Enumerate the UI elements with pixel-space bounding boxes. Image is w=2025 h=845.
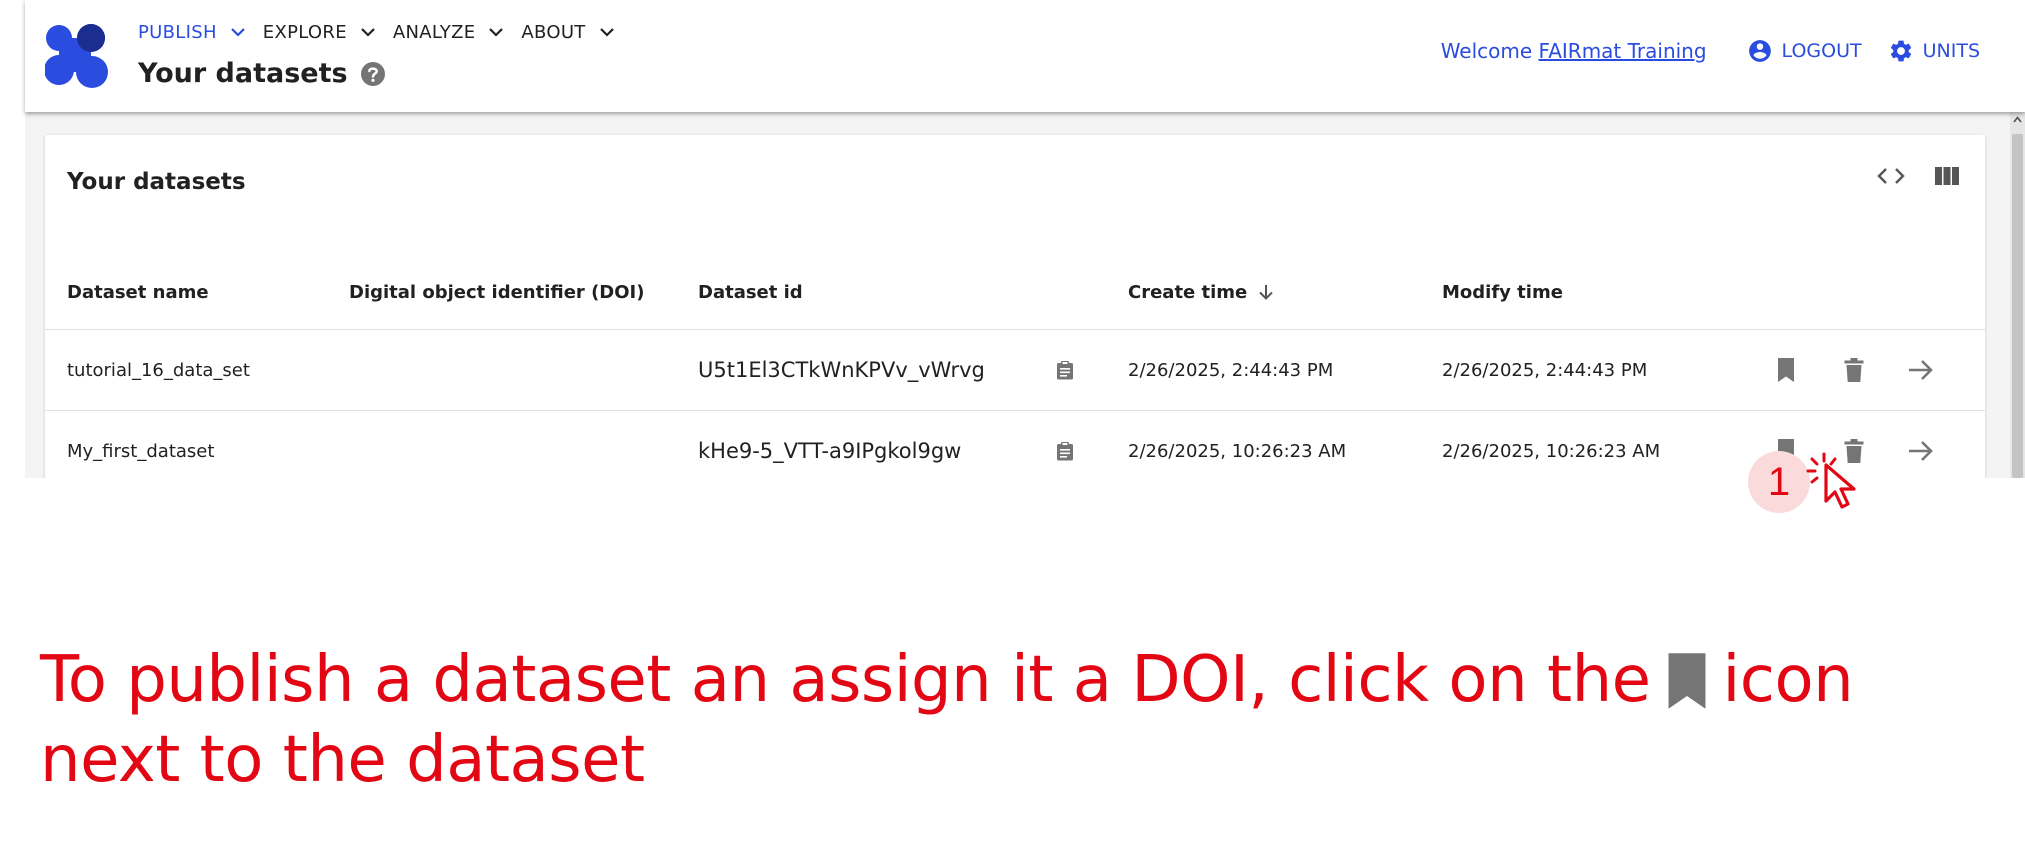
- view-column-icon[interactable]: [1934, 165, 1960, 187]
- modify-time-cell: 2/26/2025, 10:26:23 AM: [1442, 440, 1661, 462]
- col-create-time-label: Create time: [1128, 281, 1248, 303]
- col-dataset-name[interactable]: Dataset name: [67, 255, 209, 329]
- gear-icon: [1890, 40, 1911, 62]
- datasets-card: Your datasets Dataset name Digital objec…: [45, 135, 1985, 478]
- nav-analyze[interactable]: ANALYZE: [393, 22, 504, 43]
- open-dataset-button[interactable]: [1901, 330, 1941, 410]
- nav-explore-label: EXPLORE: [262, 22, 347, 43]
- clipboard-icon: [1057, 442, 1073, 461]
- dataset-id-cell: U5t1El3CTkWnKPVv_vWrvg: [698, 358, 985, 382]
- help-icon[interactable]: [360, 61, 386, 87]
- click-cursor-icon: [1806, 452, 1856, 509]
- nav-about[interactable]: ABOUT: [521, 22, 614, 43]
- nav-publish-label: PUBLISH: [138, 22, 217, 43]
- copy-id-button[interactable]: [1045, 411, 1085, 478]
- dataset-name-cell: tutorial_16_data_set: [67, 359, 250, 381]
- col-doi[interactable]: Digital object identifier (DOI): [349, 255, 644, 329]
- delete-button[interactable]: [1834, 330, 1874, 410]
- copy-id-button[interactable]: [1045, 330, 1085, 410]
- page-title-text: Your datasets: [138, 58, 348, 89]
- nav-about-label: ABOUT: [521, 22, 586, 43]
- code-icon[interactable]: [1876, 166, 1906, 186]
- clipboard-icon: [1057, 361, 1073, 380]
- col-modify-time[interactable]: Modify time: [1442, 255, 1563, 329]
- dataset-id-cell: kHe9-5_VTT-a9IPgkol9gw: [698, 439, 962, 463]
- col-dataset-id[interactable]: Dataset id: [698, 255, 803, 329]
- sort-arrow-down-icon[interactable]: [1257, 283, 1275, 301]
- card-toolbar: [1848, 165, 1960, 187]
- units-label: UNITS: [1922, 40, 1980, 62]
- units-button[interactable]: UNITS: [1888, 38, 1980, 64]
- nav-analyze-label: ANALYZE: [392, 22, 476, 43]
- app-header: PUBLISH EXPLORE ANALYZE ABOUT Your datas…: [25, 0, 2025, 112]
- page-scrollbar[interactable]: [2010, 112, 2025, 478]
- instruction-text: To publish a dataset an assign it a DOI,…: [40, 640, 1990, 800]
- nav-explore[interactable]: EXPLORE: [263, 22, 375, 43]
- table-row[interactable]: My_first_dataset kHe9-5_VTT-a9IPgkol9gw …: [45, 411, 1985, 478]
- chevron-down-icon: [599, 28, 614, 37]
- col-create-time[interactable]: Create time: [1128, 255, 1275, 329]
- instruction-before: To publish a dataset an assign it a DOI,…: [40, 643, 1651, 717]
- scrollbar-thumb[interactable]: [2012, 134, 2023, 478]
- app-screenshot: PUBLISH EXPLORE ANALYZE ABOUT Your datas…: [0, 0, 2025, 478]
- nomad-logo[interactable]: [45, 24, 109, 90]
- nav-publish[interactable]: PUBLISH: [138, 22, 245, 43]
- modify-time-cell: 2/26/2025, 2:44:43 PM: [1442, 359, 1648, 381]
- scroll-up-arrow-icon[interactable]: [2013, 116, 2022, 123]
- chevron-down-icon: [361, 28, 375, 37]
- arrow-forward-icon: [1909, 441, 1933, 461]
- table-header: Dataset name Digital object identifier (…: [45, 255, 1985, 330]
- welcome-prefix: Welcome: [1440, 39, 1539, 63]
- dataset-name-cell: My_first_dataset: [67, 440, 215, 462]
- main-nav: PUBLISH EXPLORE ANALYZE ABOUT: [138, 22, 632, 43]
- account-circle-icon: [1748, 40, 1771, 62]
- create-time-cell: 2/26/2025, 10:26:23 AM: [1128, 440, 1347, 462]
- logout-label: LOGOUT: [1781, 40, 1862, 62]
- page-title: Your datasets: [138, 58, 386, 89]
- open-dataset-button[interactable]: [1901, 411, 1941, 478]
- logout-button[interactable]: LOGOUT: [1747, 38, 1862, 64]
- chevron-down-icon: [231, 28, 245, 37]
- welcome-text: Welcome FAIRmat Training: [1441, 39, 1707, 63]
- table-row[interactable]: tutorial_16_data_set U5t1El3CTkWnKPVv_vW…: [45, 330, 1985, 411]
- arrow-forward-icon: [1909, 360, 1933, 380]
- bookmark-icon: [1668, 653, 1705, 709]
- trash-icon: [1844, 358, 1864, 382]
- bookmark-icon: [1778, 358, 1794, 382]
- header-right: Welcome FAIRmat Training LOGOUT UNITS: [1441, 38, 1980, 64]
- user-name-link[interactable]: FAIRmat Training: [1539, 39, 1707, 63]
- step-number-badge: 1: [1748, 451, 1810, 513]
- chevron-down-icon: [489, 28, 504, 37]
- publish-bookmark-button[interactable]: [1766, 330, 1806, 410]
- create-time-cell: 2/26/2025, 2:44:43 PM: [1128, 359, 1334, 381]
- card-title: Your datasets: [67, 169, 246, 195]
